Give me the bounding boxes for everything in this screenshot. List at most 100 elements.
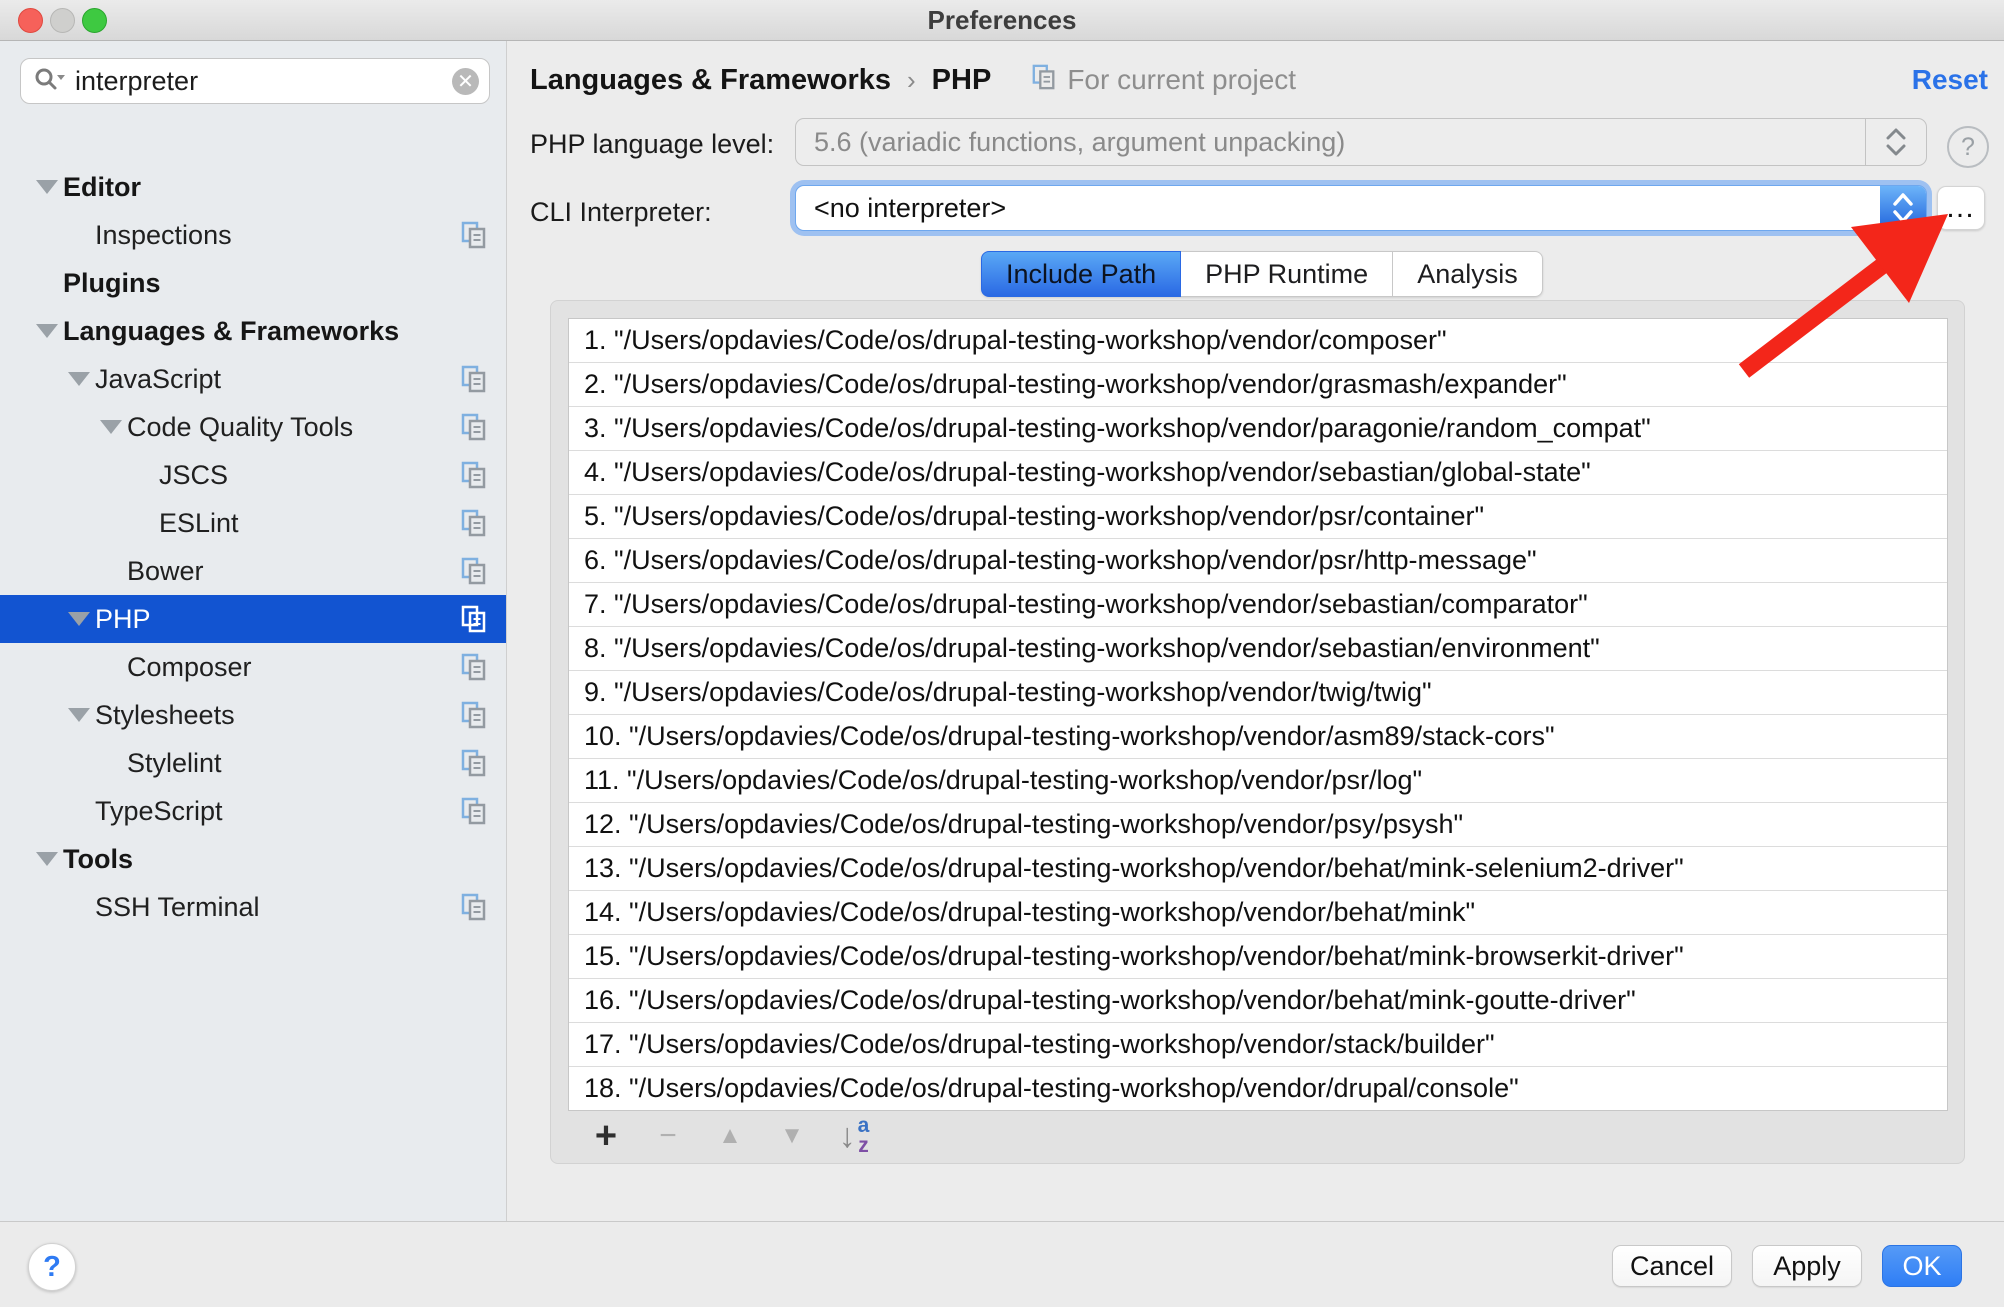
window-title: Preferences — [0, 0, 2004, 40]
move-up-button[interactable]: ▲ — [706, 1122, 754, 1150]
language-level-help-icon[interactable]: ? — [1947, 126, 1989, 168]
include-path-row[interactable]: 11. "/Users/opdavies/Code/os/drupal-test… — [569, 759, 1947, 803]
settings-copied-pages-icon — [460, 413, 488, 448]
chevron-down-icon[interactable] — [63, 708, 95, 722]
cancel-button[interactable]: Cancel — [1612, 1245, 1732, 1287]
sidebar-item-inspections[interactable]: Inspections — [0, 211, 506, 259]
sidebar-item-label: Stylesheets — [95, 700, 235, 731]
cli-interpreter-label: CLI Interpreter: — [530, 197, 712, 228]
sidebar-item-label: Tools — [63, 844, 133, 875]
current-project-icon — [1031, 64, 1057, 97]
include-path-row[interactable]: 3. "/Users/opdavies/Code/os/drupal-testi… — [569, 407, 1947, 451]
add-path-button[interactable]: + — [582, 1115, 630, 1158]
move-down-button[interactable]: ▼ — [768, 1122, 816, 1150]
breadcrumb-php[interactable]: PHP — [932, 64, 992, 97]
titlebar: Preferences — [0, 0, 2004, 41]
sidebar-item-jscs[interactable]: JSCS — [0, 451, 506, 499]
apply-button[interactable]: Apply — [1752, 1245, 1862, 1287]
browse-interpreters-button[interactable]: … — [1937, 186, 1985, 230]
include-path-list: 1. "/Users/opdavies/Code/os/drupal-testi… — [568, 318, 1948, 1111]
minimize-button[interactable] — [50, 8, 75, 33]
sidebar-item-eslint[interactable]: ESLint — [0, 499, 506, 547]
cli-interpreter-select[interactable]: <no interpreter> — [795, 185, 1927, 231]
sidebar-item-composer[interactable]: Composer — [0, 643, 506, 691]
sidebar-item-stylesheets[interactable]: Stylesheets — [0, 691, 506, 739]
sidebar-item-label: Editor — [63, 172, 141, 203]
search-input[interactable] — [73, 65, 452, 98]
sidebar-item-languages-frameworks[interactable]: Languages & Frameworks — [0, 307, 506, 355]
sidebar-item-stylelint[interactable]: Stylelint — [0, 739, 506, 787]
list-toolbar: + − ▲ ▼ ↓ a z — [568, 1111, 1948, 1161]
sidebar-item-label: Inspections — [95, 220, 232, 251]
sidebar-item-plugins[interactable]: Plugins — [0, 259, 506, 307]
sidebar-item-javascript[interactable]: JavaScript — [0, 355, 506, 403]
chevron-down-icon[interactable] — [63, 612, 95, 626]
tab-php-runtime[interactable]: PHP Runtime — [1181, 251, 1393, 297]
include-path-row[interactable]: 1. "/Users/opdavies/Code/os/drupal-testi… — [569, 319, 1947, 363]
include-path-row[interactable]: 4. "/Users/opdavies/Code/os/drupal-testi… — [569, 451, 1947, 495]
include-path-row[interactable]: 2. "/Users/opdavies/Code/os/drupal-testi… — [569, 363, 1947, 407]
zoom-button[interactable] — [82, 8, 107, 33]
settings-copied-pages-icon — [460, 509, 488, 544]
sidebar-item-editor[interactable]: Editor — [0, 163, 506, 211]
settings-copied-pages-icon — [460, 749, 488, 784]
include-path-row[interactable]: 18. "/Users/opdavies/Code/os/drupal-test… — [569, 1067, 1947, 1111]
clear-search-icon[interactable]: ✕ — [452, 68, 479, 95]
include-path-row[interactable]: 13. "/Users/opdavies/Code/os/drupal-test… — [569, 847, 1947, 891]
sidebar-item-label: ESLint — [159, 508, 239, 539]
include-path-row[interactable]: 7. "/Users/opdavies/Code/os/drupal-testi… — [569, 583, 1947, 627]
include-path-row[interactable]: 5. "/Users/opdavies/Code/os/drupal-testi… — [569, 495, 1947, 539]
include-path-row[interactable]: 12. "/Users/opdavies/Code/os/drupal-test… — [569, 803, 1947, 847]
ok-button[interactable]: OK — [1882, 1245, 1962, 1287]
include-path-row[interactable]: 14. "/Users/opdavies/Code/os/drupal-test… — [569, 891, 1947, 935]
chevron-down-icon[interactable] — [95, 420, 127, 434]
breadcrumb: Languages & Frameworks › PHP For current… — [530, 58, 1296, 102]
chevron-down-icon[interactable] — [31, 180, 63, 194]
sidebar-item-label: TypeScript — [95, 796, 223, 827]
remove-path-button[interactable]: − — [644, 1119, 692, 1153]
tab-include-path[interactable]: Include Path — [981, 251, 1181, 297]
sidebar-item-bower[interactable]: Bower — [0, 547, 506, 595]
include-path-row[interactable]: 8. "/Users/opdavies/Code/os/drupal-testi… — [569, 627, 1947, 671]
sidebar-item-label: Stylelint — [127, 748, 222, 779]
include-path-row[interactable]: 15. "/Users/opdavies/Code/os/drupal-test… — [569, 935, 1947, 979]
settings-copied-pages-icon — [460, 365, 488, 400]
include-path-row[interactable]: 9. "/Users/opdavies/Code/os/drupal-testi… — [569, 671, 1947, 715]
search-icon[interactable] — [33, 66, 67, 96]
chevron-down-icon[interactable] — [31, 852, 63, 866]
breadcrumb-languages-frameworks[interactable]: Languages & Frameworks — [530, 64, 891, 97]
sidebar-item-label: Languages & Frameworks — [63, 316, 399, 347]
include-path-row[interactable]: 17. "/Users/opdavies/Code/os/drupal-test… — [569, 1023, 1947, 1067]
close-button[interactable] — [18, 8, 43, 33]
stepper-updown-icon[interactable] — [1880, 186, 1926, 230]
include-path-row[interactable]: 6. "/Users/opdavies/Code/os/drupal-testi… — [569, 539, 1947, 583]
settings-copied-pages-icon — [460, 701, 488, 736]
chevron-down-icon[interactable] — [63, 372, 95, 386]
sidebar-item-label: Plugins — [63, 268, 161, 299]
settings-search-field[interactable]: ✕ — [20, 58, 490, 104]
sidebar-item-ssh-terminal[interactable]: SSH Terminal — [0, 883, 506, 931]
php-language-level-select[interactable]: 5.6 (variadic functions, argument unpack… — [795, 118, 1927, 166]
reset-link[interactable]: Reset — [1912, 64, 1988, 96]
include-path-row[interactable]: 16. "/Users/opdavies/Code/os/drupal-test… — [569, 979, 1947, 1023]
stepper-updown-icon[interactable] — [1865, 119, 1926, 165]
include-path-row[interactable]: 10. "/Users/opdavies/Code/os/drupal-test… — [569, 715, 1947, 759]
sidebar-item-label: Composer — [127, 652, 252, 683]
chevron-down-icon[interactable] — [31, 324, 63, 338]
sidebar-item-code-quality-tools[interactable]: Code Quality Tools — [0, 403, 506, 451]
sidebar-item-tools[interactable]: Tools — [0, 835, 506, 883]
settings-copied-pages-icon — [460, 605, 488, 640]
cli-interpreter-value: <no interpreter> — [796, 193, 1880, 224]
sort-az-button[interactable]: ↓ a z — [830, 1116, 878, 1156]
settings-copied-pages-icon — [460, 461, 488, 496]
sidebar-item-php[interactable]: PHP — [0, 595, 506, 643]
settings-copied-pages-icon — [460, 653, 488, 688]
sort-arrow-icon: ↓ — [839, 1119, 856, 1153]
tab-analysis[interactable]: Analysis — [1393, 251, 1543, 297]
settings-sidebar: ✕ Editor Inspections Plugins Languages & Fr… — [0, 41, 507, 1221]
sidebar-item-typescript[interactable]: TypeScript — [0, 787, 506, 835]
help-button[interactable]: ? — [28, 1243, 76, 1291]
breadcrumb-separator: › — [905, 65, 918, 96]
sidebar-item-label: SSH Terminal — [95, 892, 260, 923]
php-settings-tabs: Include PathPHP RuntimeAnalysis — [981, 251, 1543, 297]
